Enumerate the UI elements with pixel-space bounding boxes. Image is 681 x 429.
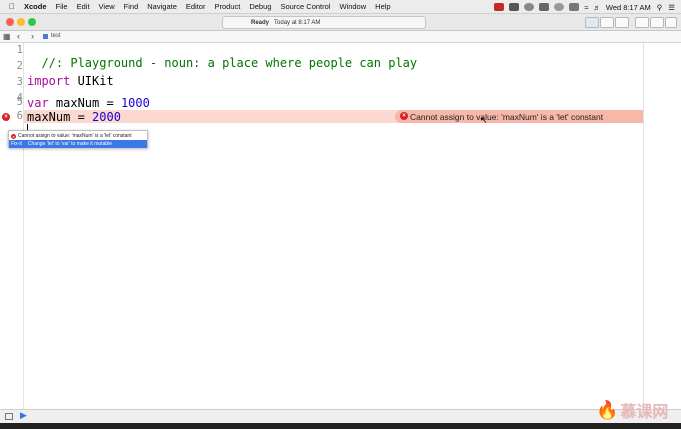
- inline-error-banner[interactable]: × Cannot assign to value: 'maxNum' is a …: [395, 110, 643, 123]
- flame-icon: 🔥: [596, 399, 619, 420]
- error-icon: ×: [11, 133, 16, 139]
- code-text: maxNum =: [48, 96, 121, 110]
- menu-debug[interactable]: Debug: [249, 2, 271, 11]
- menu-view[interactable]: View: [99, 2, 115, 11]
- standard-editor-button[interactable]: [585, 17, 599, 28]
- menu-source-control[interactable]: Source Control: [280, 2, 330, 11]
- error-icon: ×: [400, 112, 408, 120]
- bluetooth-icon[interactable]: [569, 3, 580, 11]
- fixit-message: Cannot assign to value: 'maxNum' is a 'l…: [18, 133, 132, 139]
- related-items-icon[interactable]: ▦: [3, 32, 11, 41]
- fixit-suggestion: Change 'let' to 'var' to make it mutable: [27, 141, 112, 147]
- status-label: Ready: [251, 19, 270, 26]
- breadcrumb-file[interactable]: test: [51, 33, 61, 39]
- toggle-utilities-button[interactable]: [665, 17, 677, 28]
- screen-bottom-edge: [0, 423, 681, 429]
- menu-editor[interactable]: Editor: [186, 2, 206, 11]
- close-window-button[interactable]: [6, 18, 14, 26]
- comment-text: //: Playground - noun: a place where peo…: [41, 56, 418, 70]
- code-line-1[interactable]: //: Playground - noun: a place where peo…: [27, 42, 417, 70]
- fixit-suggestion-row[interactable]: Fix-it Change 'let' to 'var' to make it …: [9, 140, 147, 148]
- menu-navigate[interactable]: Navigate: [147, 2, 177, 11]
- toggle-navigator-button[interactable]: [635, 17, 649, 28]
- code-text: UIKit: [70, 74, 114, 88]
- code-line-3[interactable]: import UIKit: [27, 74, 114, 88]
- menu-help[interactable]: Help: [375, 2, 390, 11]
- menu-app-name[interactable]: Xcode: [24, 2, 47, 11]
- activity-status-box: Ready Today at 8:17 AM: [222, 16, 426, 29]
- minimize-window-button[interactable]: [17, 18, 25, 26]
- assistant-editor-button[interactable]: [600, 17, 614, 28]
- volume-icon[interactable]: ♬: [593, 3, 601, 12]
- wifi-icon[interactable]: ≈: [584, 3, 588, 12]
- window-toolbar: Ready Today at 8:17 AM: [0, 14, 681, 31]
- mouse-pointer-icon: ↖: [480, 115, 488, 125]
- zoom-window-button[interactable]: [28, 18, 36, 26]
- version-editor-button[interactable]: [615, 17, 629, 28]
- record-status-icon[interactable]: [494, 3, 505, 11]
- fixit-message-row: × Cannot assign to value: 'maxNum' is a …: [11, 132, 132, 140]
- apple-menu-icon[interactable]: : [9, 2, 15, 11]
- line-number: 5: [16, 96, 23, 108]
- results-sidebar: [643, 43, 681, 409]
- toggle-debug-area-button[interactable]: [650, 17, 664, 28]
- line-number: 1: [16, 44, 23, 56]
- menu-product[interactable]: Product: [214, 2, 240, 11]
- code-text: maxNum =: [27, 110, 93, 124]
- error-message: Cannot assign to value: 'maxNum' is a 'l…: [410, 111, 604, 122]
- keyword: var: [27, 96, 49, 110]
- line-number: 3: [16, 76, 23, 88]
- menu-clock[interactable]: Wed 8:17 AM: [606, 3, 651, 12]
- fixit-label: Fix-it: [11, 141, 22, 147]
- time-machine-icon[interactable]: [554, 3, 565, 11]
- forward-arrow-icon[interactable]: ›: [31, 31, 34, 41]
- status-timestamp: Today at 8:17 AM: [274, 19, 321, 26]
- debug-bar: ▶: [0, 409, 681, 423]
- sync-icon[interactable]: [524, 3, 535, 11]
- menu-file[interactable]: File: [56, 2, 68, 11]
- hide-debug-area-icon[interactable]: [5, 413, 13, 420]
- run-playground-icon[interactable]: ▶: [20, 410, 27, 421]
- menu-find[interactable]: Find: [124, 2, 139, 11]
- watermark-logo: 🔥 慕课网: [596, 398, 680, 422]
- code-line-6[interactable]: maxNum = 2000: [27, 110, 121, 124]
- error-gutter-icon[interactable]: ×: [2, 113, 10, 121]
- dropbox-icon[interactable]: [539, 3, 550, 11]
- code-line-5[interactable]: var maxNum = 1000: [27, 96, 150, 110]
- playground-file-icon: [43, 34, 48, 39]
- menu-bar:  Xcode File Edit View Find Navigate Edi…: [0, 0, 681, 14]
- app-status-icon[interactable]: [509, 3, 520, 11]
- line-number: 2: [16, 60, 23, 72]
- spotlight-search-icon[interactable]: ⚲: [657, 3, 663, 12]
- keyword: import: [27, 74, 71, 88]
- notification-center-icon[interactable]: ☰: [668, 3, 675, 12]
- status-menu-area: ≈ ♬ Wed 8:17 AM ⚲ ☰: [489, 0, 675, 14]
- fixit-popup: × Cannot assign to value: 'maxNum' is a …: [8, 130, 148, 148]
- number-literal: 2000: [92, 110, 121, 124]
- back-arrow-icon[interactable]: ‹: [17, 31, 20, 41]
- menu-window[interactable]: Window: [339, 2, 366, 11]
- menu-edit[interactable]: Edit: [77, 2, 90, 11]
- watermark-text: 慕课网: [620, 404, 669, 421]
- number-literal: 1000: [120, 96, 150, 110]
